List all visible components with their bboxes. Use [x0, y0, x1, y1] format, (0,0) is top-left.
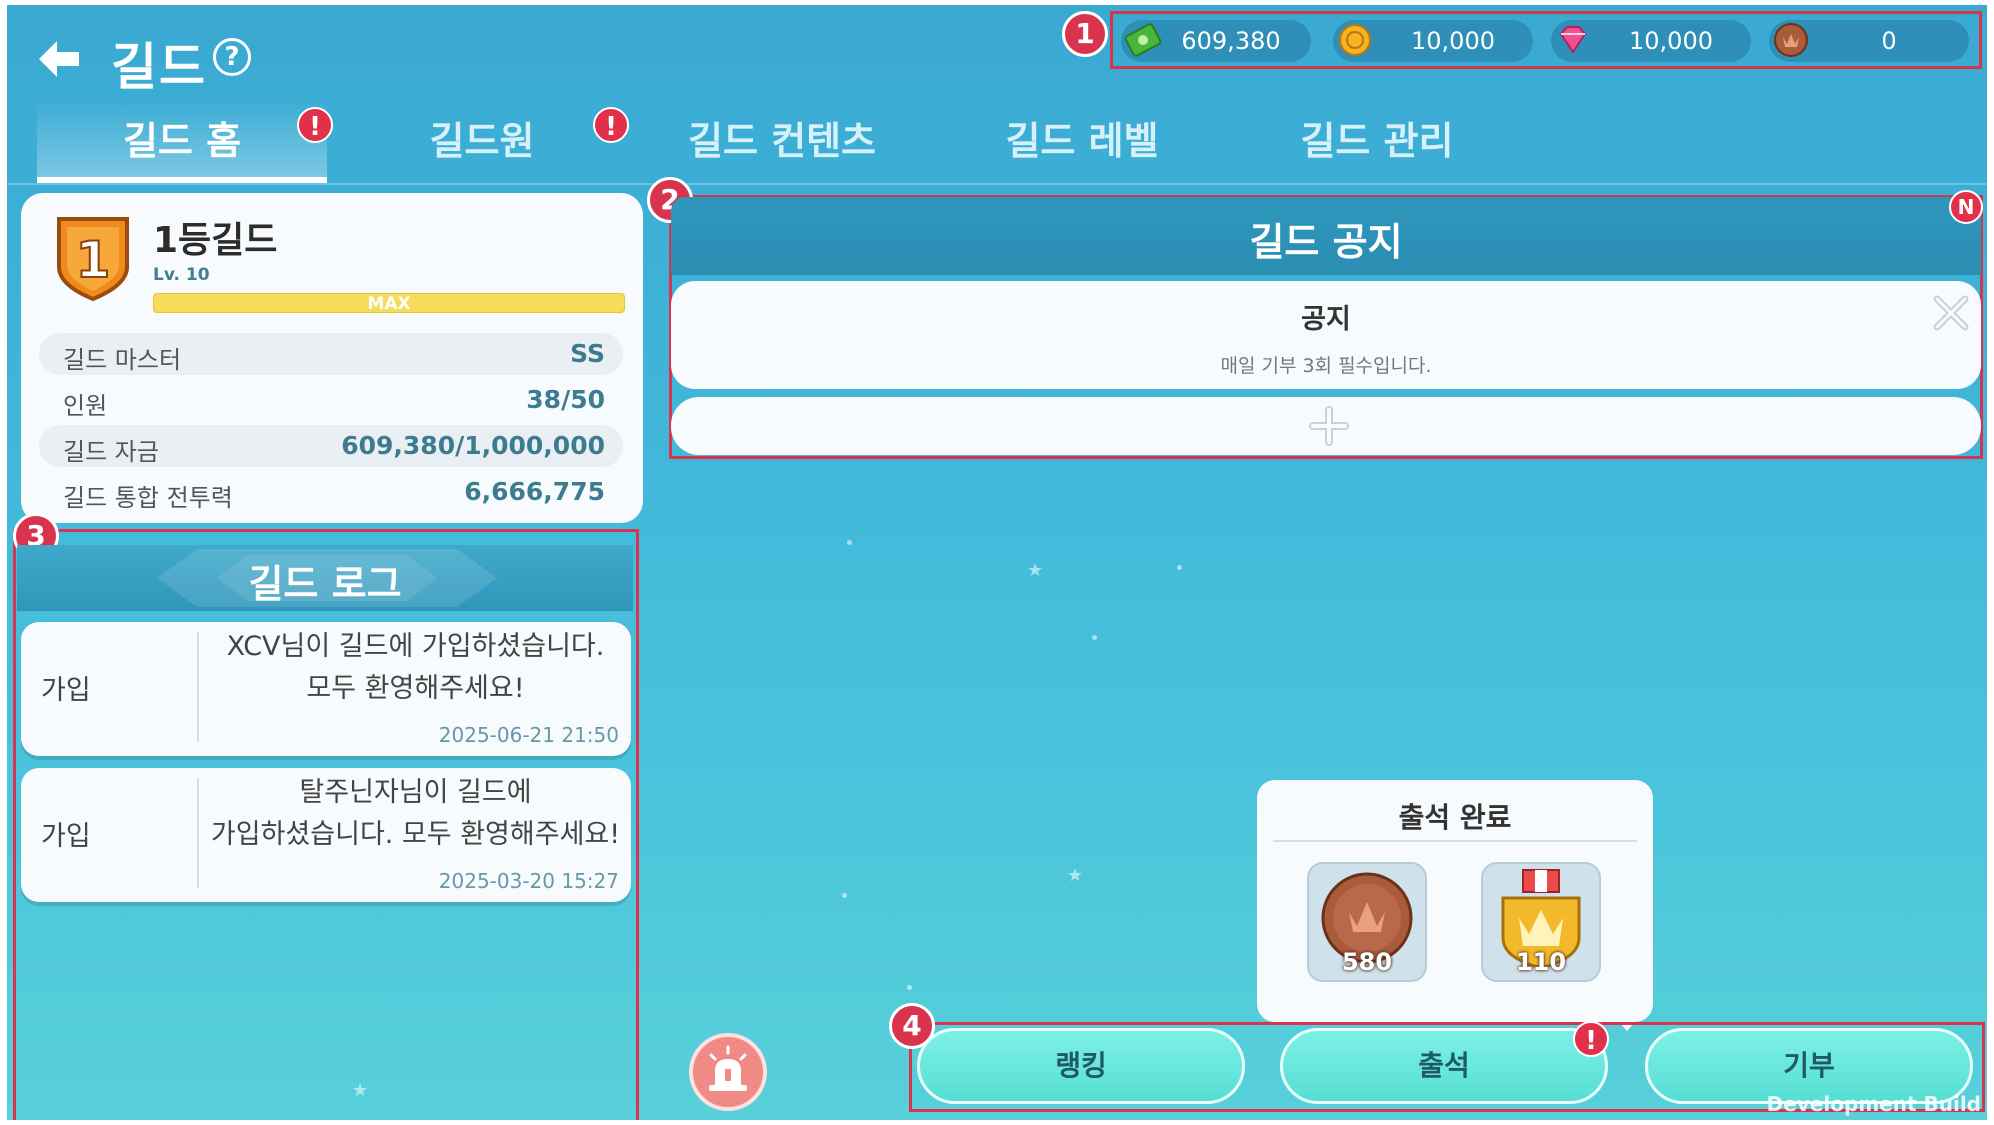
callout-marker: 1: [1062, 11, 1108, 57]
add-notice-button[interactable]: [671, 397, 1981, 455]
tab-guild-members[interactable]: 길드원: [337, 99, 627, 183]
currency-value: 609,380: [1181, 27, 1281, 55]
guild-level: Lv. 10: [153, 265, 210, 285]
reward-slot: 580: [1307, 862, 1427, 982]
guild-notice-title: 길드 공지: [1249, 220, 1403, 264]
log-entry: 가입 XCV님이 길드에 가입하셨습니다. 모두 환영해주세요! 2025-06…: [21, 622, 631, 756]
currency-gold: 10,000: [1333, 20, 1533, 62]
help-icon[interactable]: ?: [213, 38, 251, 76]
guild-screen: ★ ★ ★ 길드 ? 609,380 10,000 10,000 0 1 길드 …: [7, 5, 1987, 1120]
rank-number: 1: [76, 231, 111, 289]
log-message-line: XCV님이 길드에 가입하셨습니다.: [226, 631, 605, 662]
currency-gem: 10,000: [1551, 20, 1751, 62]
info-value: 6,666,775: [464, 477, 605, 506]
info-row-master: 길드 마스터 SS: [39, 333, 623, 375]
info-key: 길드 마스터: [63, 346, 182, 374]
tab-guild-home[interactable]: 길드 홈: [37, 99, 327, 183]
notice-item-body: 매일 기부 3회 필수입니다.: [1220, 355, 1432, 377]
guild-name: 1등길드: [153, 220, 278, 261]
tab-guild-level[interactable]: 길드 레벨: [937, 99, 1227, 183]
info-value: 609,380/1,000,000: [341, 431, 605, 460]
info-row-members: 인원 38/50: [39, 379, 623, 421]
sparkle-decoration: [842, 893, 847, 898]
info-value: SS: [570, 339, 605, 368]
info-value: 38/50: [526, 385, 605, 414]
guild-info-card: 1 1등길드 Lv. 10 MAX 길드 마스터 SS 인원 38/50 길드 …: [21, 193, 643, 523]
rank-shield-icon: 1: [57, 217, 129, 302]
divider: [1273, 840, 1637, 842]
back-arrow-icon[interactable]: [35, 35, 83, 83]
sparkle-decoration: [1092, 635, 1097, 640]
notice-item-title: 공지: [1301, 304, 1351, 335]
new-badge: N: [1949, 190, 1983, 224]
log-type: 가입: [41, 821, 91, 852]
tab-guild-manage[interactable]: 길드 관리: [1232, 99, 1522, 183]
alert-icon: !: [593, 107, 629, 143]
reward-count: 580: [1341, 948, 1393, 976]
ranking-button[interactable]: 랭킹: [917, 1028, 1245, 1104]
sparkle-decoration: ★: [1067, 865, 1084, 886]
attendance-button[interactable]: 출석: [1280, 1028, 1608, 1104]
guild-log-title: 길드 로그: [248, 562, 402, 606]
log-type: 가입: [41, 675, 91, 706]
attendance-popup: 출석 완료 580 110: [1257, 780, 1653, 1022]
attendance-title: 출석 완료: [1398, 801, 1512, 834]
development-build-watermark: Development Build: [1766, 1092, 1981, 1116]
currency-value: 0: [1881, 27, 1897, 55]
info-key: 길드 통합 전투력: [63, 484, 233, 512]
notice-item[interactable]: 공지 매일 기부 3회 필수입니다.: [671, 281, 1981, 389]
sparkle-decoration: ★: [1027, 560, 1044, 581]
info-key: 길드 자금: [63, 438, 159, 466]
divider: [197, 778, 199, 888]
tab-guild-contents[interactable]: 길드 컨텐츠: [637, 99, 927, 183]
log-entry: 가입 탈주닌자님이 길드에 가입하셨습니다. 모두 환영해주세요! 2025-0…: [21, 768, 631, 902]
page-title: 길드: [111, 38, 207, 96]
reward-count: 110: [1515, 948, 1567, 976]
report-siren-button[interactable]: [689, 1033, 767, 1111]
info-row-power: 길드 통합 전투력 6,666,775: [39, 471, 623, 513]
info-key: 인원: [63, 392, 108, 420]
currency-bar: 609,380 10,000 10,000 0: [1110, 11, 1982, 69]
plus-icon: [1309, 406, 1349, 446]
alert-icon: !: [297, 107, 333, 143]
siren-icon: [709, 1045, 747, 1091]
log-message-line: 가입하셨습니다. 모두 환영해주세요!: [210, 819, 621, 850]
guild-notice-header: 길드 공지: [671, 197, 1981, 275]
close-icon[interactable]: [1931, 293, 1971, 333]
sparkle-decoration: [847, 540, 852, 545]
log-timestamp: 2025-03-20 15:27: [438, 869, 619, 893]
bronze-medal-icon: [1774, 23, 1808, 57]
currency-medal: 0: [1769, 20, 1969, 62]
currency-value: 10,000: [1629, 27, 1713, 55]
tab-divider: [7, 183, 1987, 185]
divider: [197, 632, 199, 742]
gold-coin-icon: [1339, 24, 1371, 56]
log-timestamp: 2025-06-21 21:50: [438, 723, 619, 747]
gem-icon: [1559, 26, 1587, 54]
log-message-line: 탈주닌자님이 길드에: [299, 777, 532, 808]
guild-log-header: 길드 로그: [17, 545, 633, 611]
currency-value: 10,000: [1411, 27, 1495, 55]
level-bar-label: MAX: [367, 294, 411, 314]
info-row-funds: 길드 자금 609,380/1,000,000: [39, 425, 623, 467]
sparkle-decoration: [907, 985, 912, 990]
sparkle-decoration: [1177, 565, 1182, 570]
log-message-line: 모두 환영해주세요!: [306, 673, 525, 704]
level-progress-bar: MAX: [153, 293, 625, 314]
reward-slot: 110: [1481, 862, 1601, 982]
currency-cash: 609,380: [1121, 20, 1311, 62]
alert-icon: !: [1573, 1021, 1609, 1057]
